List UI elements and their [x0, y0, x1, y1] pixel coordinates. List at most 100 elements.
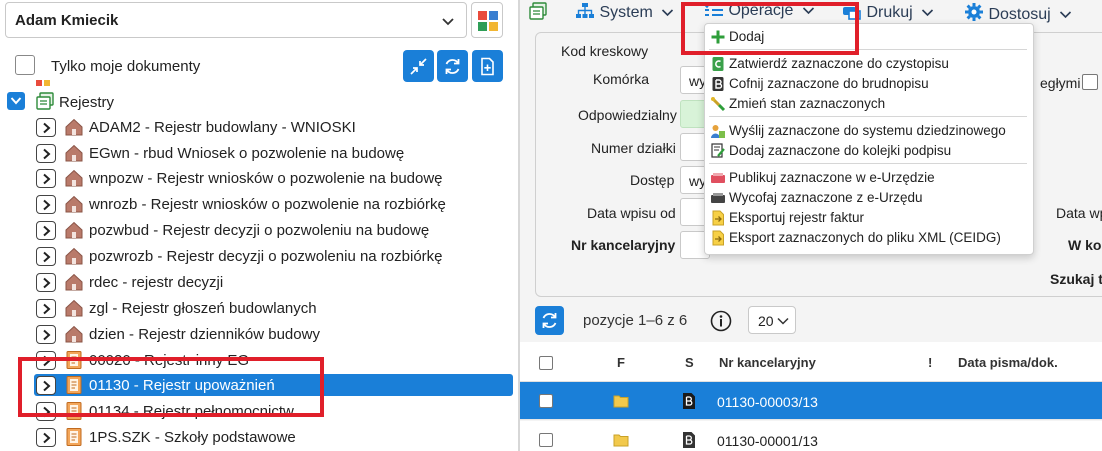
operacje-menu-item[interactable]: Publikuj zaznaczone w e-Urzędzie [705, 168, 1035, 188]
operacje-menu-item-label: Wycofaj zaznaczone z e-Urzędu [729, 190, 923, 205]
operacje-menu-item[interactable]: Dodaj zaznaczone do kolejki podpisu [705, 141, 1035, 161]
operacje-menu-item-label: Dodaj zaznaczone do kolejki podpisu [729, 143, 952, 158]
tree-item-label: ADAM2 - Rejestr budowlany - WNIOSKI [89, 119, 356, 136]
page-size-select[interactable]: 20 [748, 306, 796, 334]
signature-queue-icon [710, 143, 726, 162]
apps-grid-icon [478, 11, 498, 31]
right-checkbox[interactable] [1082, 74, 1098, 90]
registers-menu-icon[interactable] [528, 2, 548, 24]
chevron-right-icon [43, 173, 51, 185]
table-row[interactable]: 01130-00003/13 [520, 382, 1102, 420]
export-icon [710, 210, 726, 229]
tree-item[interactable]: 1PS.SZK - Szkoły podstawowe [0, 426, 518, 451]
row-checkbox[interactable] [539, 394, 553, 408]
tree-expand-toggle[interactable] [36, 273, 56, 292]
operacje-menu-item-label: Publikuj zaznaczone w e-Urzędzie [729, 170, 935, 185]
label-kod-kreskowy: Kod kreskowy [561, 43, 649, 59]
tree-expand-toggle[interactable] [36, 299, 56, 318]
operacje-menu-item[interactable]: Eksportuj rejestr faktur [705, 208, 1035, 228]
state-change-icon [710, 96, 726, 115]
operacje-menu-item[interactable]: Wyślij zaznaczone do systemu dziedzinowe… [705, 121, 1035, 141]
collapse-button[interactable] [403, 50, 434, 82]
chevron-right-icon [43, 199, 51, 211]
chevron-right-icon [43, 251, 51, 263]
menu-drukuj-label: Drukuj [866, 4, 913, 21]
menu-separator [709, 116, 1027, 117]
tree-expand-toggle[interactable] [36, 118, 56, 137]
refresh-list-button[interactable] [535, 306, 564, 335]
label-dostep: Dostęp [630, 172, 675, 188]
tree-root-label: Rejestry [59, 94, 115, 111]
info-icon[interactable] [710, 310, 732, 335]
operacje-dropdown: Dodaj Zatwierdź zaznaczone do czystopisu C… [704, 23, 1034, 255]
tree-expand-toggle[interactable] [36, 325, 56, 344]
operacje-menu-item[interactable]: Cofnij zaznaczone do brudnopisu [705, 74, 1035, 94]
column-exclamation[interactable]: ! [928, 355, 932, 370]
sitemap-icon [576, 3, 594, 18]
tree-item[interactable]: rdec - rejestr decyzji [0, 271, 518, 297]
row-nr-kancelaryjny: 01130-00001/13 [717, 433, 818, 449]
registers-icon [35, 92, 55, 114]
table-row[interactable]: 01130-00001/13 [520, 421, 1102, 451]
page-size-value: 20 [758, 313, 774, 329]
chevron-down-icon [777, 317, 789, 325]
operacje-menu-item[interactable]: Wycofaj zaznaczone z e-Urzędu [705, 188, 1035, 208]
house-icon [64, 246, 84, 269]
user-select[interactable]: Adam Kmiecik [5, 2, 467, 38]
chevron-down-icon [440, 13, 456, 32]
user-select-value: Adam Kmiecik [15, 12, 119, 29]
export-xml-icon [710, 230, 726, 249]
label-nr-kancelaryjny: Nr kancelaryjny [571, 237, 676, 253]
only-mine-checkbox[interactable] [15, 55, 35, 75]
tree-expand-toggle[interactable] [36, 195, 56, 214]
chevron-right-icon [43, 329, 51, 341]
tree-expand-toggle[interactable] [36, 169, 56, 188]
pager-range-text: pozycje 1–6 z 6 [583, 312, 688, 329]
column-nr-kancelaryjny[interactable]: Nr kancelaryjny [719, 355, 816, 370]
operacje-menu-item-label: Wyślij zaznaczone do systemu dziedzinowe… [729, 123, 1006, 138]
tree-item-label: wnrozb - Rejestr wniosków o pozwolenie n… [89, 196, 446, 213]
house-icon [64, 272, 84, 295]
grid-header: F S Nr kancelaryjny ! Data pisma/dok. [520, 342, 1102, 382]
tree-expand-toggle[interactable] [36, 144, 56, 163]
refresh-icon [445, 59, 460, 74]
menu-system[interactable]: System [575, 2, 674, 24]
tree-item[interactable]: wnrozb - Rejestr wniosków o pozwolenie n… [0, 193, 518, 219]
chevron-right-icon [43, 148, 51, 160]
tree-expand-toggle[interactable] [36, 221, 56, 240]
operacje-menu-item[interactable]: Zmień stan zaznaczonych [705, 94, 1035, 114]
new-document-icon [481, 57, 494, 76]
column-f[interactable]: F [617, 355, 625, 370]
select-all-checkbox[interactable] [539, 356, 553, 370]
chevron-right-icon [43, 225, 51, 237]
b-document-icon [682, 392, 696, 413]
menu-system-label: System [599, 4, 653, 21]
tree-expand-toggle[interactable] [36, 247, 56, 266]
apps-button[interactable] [471, 2, 503, 38]
tree-item[interactable]: wnpozw - Rejestr wniosków o pozwolenie n… [0, 167, 518, 193]
register-book-icon [64, 427, 84, 450]
house-icon [64, 117, 84, 140]
tree-item[interactable]: zgl - Rejestr głoszeń budowlanych [0, 297, 518, 323]
operacje-menu-item[interactable]: Eksport zaznaczonych do pliku XML (CEIDG… [705, 228, 1035, 248]
menu-separator [709, 163, 1027, 164]
column-s[interactable]: S [685, 355, 694, 370]
tree-expand-toggle[interactable] [36, 428, 56, 447]
column-data-pisma[interactable]: Data pisma/dok. [958, 355, 1058, 370]
tree-item[interactable]: dzien - Rejestr dzienników budowy [0, 323, 518, 349]
new-document-button[interactable] [472, 50, 503, 82]
operacje-menu-item[interactable]: Zatwierdź zaznaczone do czystopisu [705, 54, 1035, 74]
menu-dostosuj[interactable]: Dostosuj [964, 2, 1072, 24]
chevron-right-icon [43, 303, 51, 315]
tree-item[interactable]: pozwrozb - Rejestr decyzji o pozwoleniu … [0, 245, 518, 271]
tree-collapse-toggle[interactable] [7, 92, 25, 110]
folder-icon [613, 394, 629, 411]
tree-clipped-row [34, 78, 64, 86]
row-checkbox[interactable] [539, 433, 553, 447]
collapse-arrows-icon [410, 58, 427, 75]
tree-item[interactable]: ADAM2 - Rejestr budowlany - WNIOSKI [0, 116, 518, 142]
refresh-tree-button[interactable] [437, 50, 468, 82]
chevron-down-icon [10, 97, 22, 105]
tree-item[interactable]: EGwn - rbud Wniosek o pozwolenie na budo… [0, 142, 518, 168]
tree-item[interactable]: pozwbud - Rejestr decyzji o pozwoleniu n… [0, 219, 518, 245]
